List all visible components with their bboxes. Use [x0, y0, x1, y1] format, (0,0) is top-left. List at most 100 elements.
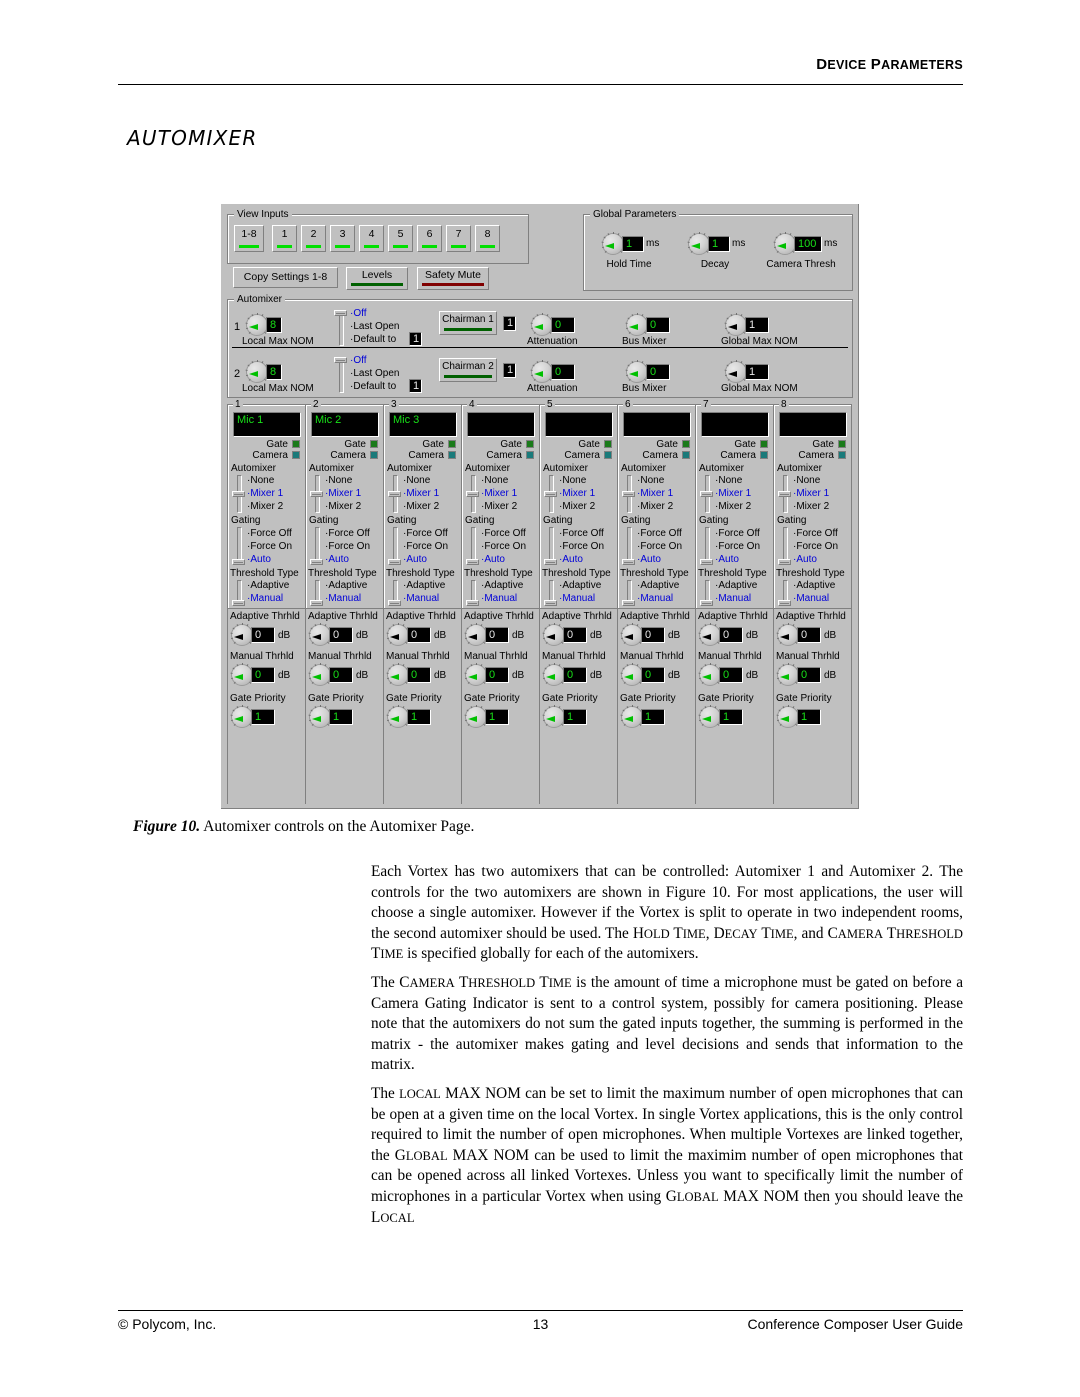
- manual-thrhld-knob-2[interactable]: [309, 664, 331, 686]
- adaptive-thrhld-readout-5[interactable]: 0: [563, 627, 587, 643]
- automixer-1-mode-option-last-open[interactable]: Last Open: [350, 321, 400, 332]
- threshold-type-slider-3[interactable]: [388, 580, 401, 606]
- channel-name-field-5[interactable]: [545, 412, 613, 437]
- gate-priority-knob-7[interactable]: [699, 706, 721, 728]
- adaptive-thrhld-knob-8[interactable]: [777, 624, 799, 646]
- gating-slider-thumb-6[interactable]: [622, 559, 635, 565]
- automixer-option-7-none[interactable]: None: [715, 475, 742, 486]
- gating-slider-6[interactable]: [622, 527, 635, 565]
- manual-thrhld-knob-7[interactable]: [699, 664, 721, 686]
- gating-slider-2[interactable]: [310, 527, 323, 565]
- threshold-type-option-6-adaptive[interactable]: Adaptive: [637, 580, 679, 591]
- automixer-option-4-mixer-1[interactable]: Mixer 1: [481, 488, 517, 499]
- gating-slider-8[interactable]: [778, 527, 791, 565]
- threshold-type-slider-thumb-2[interactable]: [310, 600, 323, 606]
- automixer-2-mode-option-default-to[interactable]: Default to: [350, 381, 396, 392]
- gating-option-4-force-off[interactable]: Force Off: [481, 528, 526, 539]
- gating-option-6-force-on[interactable]: Force On: [637, 541, 682, 552]
- automixer-option-1-mixer-1[interactable]: Mixer 1: [247, 488, 283, 499]
- automixer-slider-3[interactable]: [388, 475, 401, 513]
- automixer-option-2-mixer-1[interactable]: Mixer 1: [325, 488, 361, 499]
- threshold-type-slider-7[interactable]: [700, 580, 713, 606]
- channel-name-field-8[interactable]: [779, 412, 847, 437]
- automixer-2-chairman-button[interactable]: Chairman 2: [439, 358, 497, 382]
- automixer-2-chairman-readout[interactable]: 1: [503, 363, 516, 378]
- adaptive-thrhld-readout-7[interactable]: 0: [719, 627, 743, 643]
- threshold-type-option-3-manual[interactable]: Manual: [403, 593, 439, 604]
- gating-option-8-force-off[interactable]: Force Off: [793, 528, 838, 539]
- knob-camera-thresh[interactable]: [774, 233, 796, 255]
- automixer-1-global-max-nom-readout[interactable]: 1: [745, 317, 769, 333]
- threshold-type-slider-8[interactable]: [778, 580, 791, 606]
- automixer-option-7-mixer-1[interactable]: Mixer 1: [715, 488, 751, 499]
- gate-priority-knob-3[interactable]: [387, 706, 409, 728]
- gating-option-3-force-off[interactable]: Force Off: [403, 528, 448, 539]
- automixer-option-5-none[interactable]: None: [559, 475, 586, 486]
- threshold-type-option-3-adaptive[interactable]: Adaptive: [403, 580, 445, 591]
- automixer-2-bus-mixer-readout[interactable]: 0: [646, 364, 670, 380]
- automixer-option-7-mixer-2[interactable]: Mixer 2: [715, 501, 751, 512]
- threshold-type-option-4-adaptive[interactable]: Adaptive: [481, 580, 523, 591]
- manual-thrhld-knob-1[interactable]: [231, 664, 253, 686]
- gating-slider-thumb-2[interactable]: [310, 559, 323, 565]
- automixer-option-5-mixer-1[interactable]: Mixer 1: [559, 488, 595, 499]
- gating-slider-7[interactable]: [700, 527, 713, 565]
- channel-name-field-4[interactable]: [467, 412, 535, 437]
- automixer-1-global-max-nom-knob[interactable]: [725, 314, 747, 336]
- gating-slider-3[interactable]: [388, 527, 401, 565]
- gating-slider-5[interactable]: [544, 527, 557, 565]
- manual-thrhld-readout-4[interactable]: 0: [485, 667, 509, 683]
- gate-priority-readout-6[interactable]: 1: [641, 709, 665, 725]
- adaptive-thrhld-readout-8[interactable]: 0: [797, 627, 821, 643]
- manual-thrhld-knob-8[interactable]: [777, 664, 799, 686]
- automixer-1-bus-mixer-knob[interactable]: [626, 314, 648, 336]
- threshold-type-option-2-manual[interactable]: Manual: [325, 593, 361, 604]
- threshold-type-slider-6[interactable]: [622, 580, 635, 606]
- view-input-button-7[interactable]: 7: [446, 225, 471, 252]
- automixer-1-mode-option-default-to[interactable]: Default to: [350, 334, 396, 345]
- threshold-type-slider-4[interactable]: [466, 580, 479, 606]
- gate-priority-readout-1[interactable]: 1: [251, 709, 275, 725]
- automixer-1-mode-option-off[interactable]: Off: [350, 308, 367, 319]
- gate-priority-readout-3[interactable]: 1: [407, 709, 431, 725]
- knob-decay[interactable]: [688, 233, 710, 255]
- gating-option-4-force-on[interactable]: Force On: [481, 541, 526, 552]
- gating-option-5-force-off[interactable]: Force Off: [559, 528, 604, 539]
- threshold-type-option-8-adaptive[interactable]: Adaptive: [793, 580, 835, 591]
- automixer-2-local-max-nom-knob[interactable]: [246, 361, 268, 383]
- automixer-1-default-to-readout[interactable]: 1: [409, 332, 422, 346]
- automixer-1-bus-mixer-readout[interactable]: 0: [646, 317, 670, 333]
- gating-option-5-force-on[interactable]: Force On: [559, 541, 604, 552]
- manual-thrhld-readout-6[interactable]: 0: [641, 667, 665, 683]
- gating-slider-1[interactable]: [232, 527, 245, 565]
- threshold-type-slider-5[interactable]: [544, 580, 557, 606]
- automixer-slider-2[interactable]: [310, 475, 323, 513]
- threshold-type-option-6-manual[interactable]: Manual: [637, 593, 673, 604]
- view-input-button-5[interactable]: 5: [388, 225, 413, 252]
- gating-option-3-force-on[interactable]: Force On: [403, 541, 448, 552]
- automixer-option-2-none[interactable]: None: [325, 475, 352, 486]
- gating-option-2-force-on[interactable]: Force On: [325, 541, 370, 552]
- gating-slider-thumb-8[interactable]: [778, 559, 791, 565]
- automixer-slider-5[interactable]: [544, 475, 557, 513]
- gate-priority-readout-7[interactable]: 1: [719, 709, 743, 725]
- automixer-2-attenuation-knob[interactable]: [531, 361, 553, 383]
- automixer-option-3-mixer-2[interactable]: Mixer 2: [403, 501, 439, 512]
- adaptive-thrhld-readout-6[interactable]: 0: [641, 627, 665, 643]
- automixer-option-1-mixer-2[interactable]: Mixer 2: [247, 501, 283, 512]
- threshold-type-option-5-manual[interactable]: Manual: [559, 593, 595, 604]
- automixer-2-global-max-nom-knob[interactable]: [725, 361, 747, 383]
- adaptive-thrhld-readout-4[interactable]: 0: [485, 627, 509, 643]
- adaptive-thrhld-readout-3[interactable]: 0: [407, 627, 431, 643]
- readout-camera-thresh[interactable]: 100: [794, 236, 822, 252]
- gating-option-6-auto[interactable]: Auto: [637, 554, 661, 565]
- threshold-type-slider-thumb-1[interactable]: [232, 600, 245, 606]
- gating-option-7-auto[interactable]: Auto: [715, 554, 739, 565]
- gating-option-6-force-off[interactable]: Force Off: [637, 528, 682, 539]
- automixer-slider-thumb-4[interactable]: [466, 491, 479, 497]
- gating-slider-thumb-5[interactable]: [544, 559, 557, 565]
- automixer-2-bus-mixer-knob[interactable]: [626, 361, 648, 383]
- automixer-slider-1[interactable]: [232, 475, 245, 513]
- adaptive-thrhld-knob-3[interactable]: [387, 624, 409, 646]
- threshold-type-slider-2[interactable]: [310, 580, 323, 606]
